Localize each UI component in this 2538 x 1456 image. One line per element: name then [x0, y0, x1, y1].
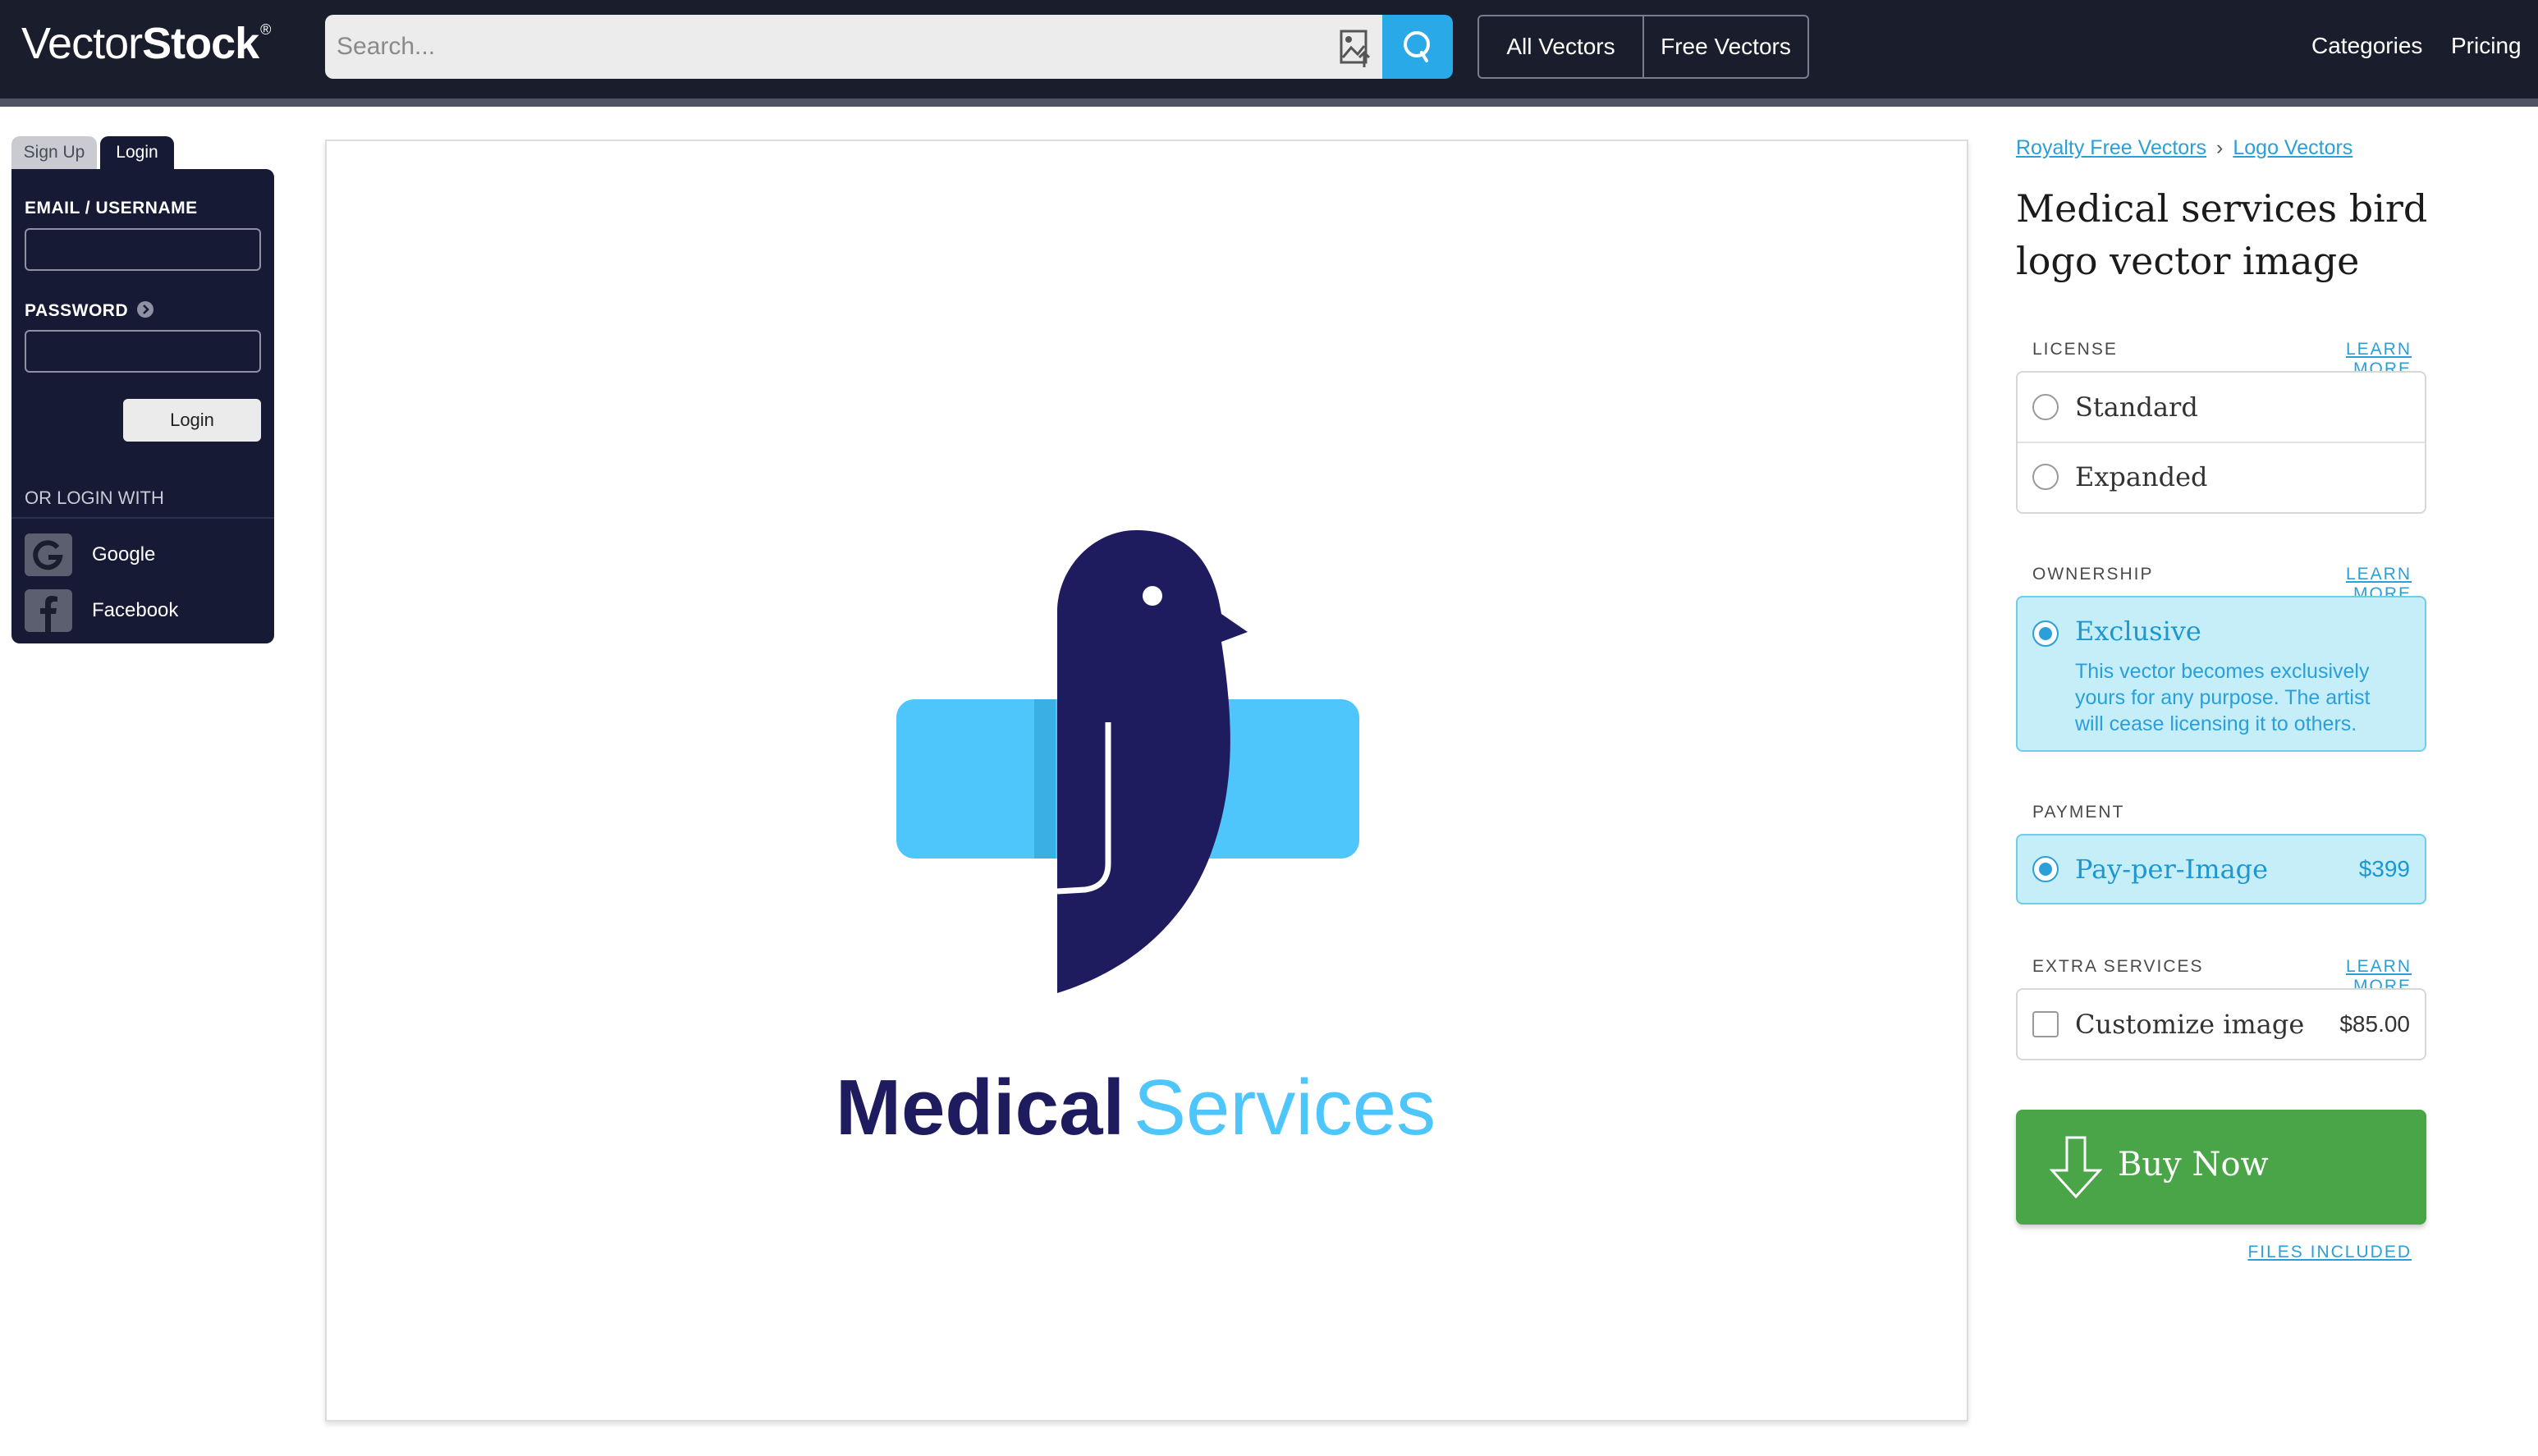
exclusive-label: Exclusive: [2075, 616, 2201, 647]
breadcrumb: Royalty Free Vectors › Logo Vectors: [2016, 136, 2352, 160]
license-option-expanded[interactable]: Expanded: [2018, 442, 2425, 511]
license-option-standard[interactable]: Standard: [2018, 373, 2425, 442]
standard-label: Standard: [2075, 391, 2198, 423]
extra-services-options: Customize image $85.00: [2016, 988, 2426, 1060]
pricing-link[interactable]: Pricing: [2451, 33, 2522, 59]
license-label: LICENSE: [2032, 340, 2118, 359]
google-icon: [25, 533, 72, 576]
exclusive-description: This vector becomes exclusively yours fo…: [2075, 660, 2371, 735]
facebook-icon: [25, 589, 72, 632]
email-label: EMAIL / USERNAME: [25, 199, 198, 217]
pay-per-image-price: $399: [2358, 856, 2410, 881]
standard-radio[interactable]: [2032, 394, 2059, 420]
search-icon: [1404, 31, 1430, 62]
payment-label: PAYMENT: [2032, 803, 2125, 822]
logo-text-bold: Stock: [142, 19, 259, 68]
vector-preview-image[interactable]: Medical Services: [325, 140, 1968, 1422]
all-vectors-button[interactable]: All Vectors: [1479, 16, 1642, 77]
buy-now-label: Buy Now: [2118, 1146, 2269, 1184]
search-bar: [325, 15, 1328, 79]
logo-text-light: Vector: [21, 19, 143, 68]
top-bar-divider: [0, 98, 2538, 107]
pay-per-image-radio[interactable]: [2032, 856, 2059, 882]
image-search-icon: [1340, 30, 1371, 67]
license-options: Standard Expanded: [2016, 371, 2426, 514]
ownership-option-exclusive[interactable]: Exclusive This vector becomes exclusivel…: [2016, 596, 2426, 752]
payment-option-pay-per-image[interactable]: Pay-per-Image $399: [2016, 834, 2426, 904]
breadcrumb-separator: ›: [2216, 136, 2224, 159]
tab-sign-up[interactable]: Sign Up: [11, 136, 97, 169]
pay-per-image-label: Pay-per-Image: [2075, 854, 2269, 885]
customize-image-checkbox[interactable]: [2032, 1011, 2059, 1037]
google-label: Google: [92, 543, 156, 565]
google-login-button[interactable]: Google: [25, 533, 155, 576]
logo-word-services: Services: [1134, 1064, 1436, 1152]
logo-word-medical: Medical: [836, 1064, 1125, 1152]
facebook-label: Facebook: [92, 599, 179, 621]
download-arrow-icon: [2049, 1136, 2103, 1199]
ownership-label: OWNERSHIP: [2032, 565, 2154, 584]
free-vectors-button[interactable]: Free Vectors: [1642, 16, 1807, 77]
search-input[interactable]: [337, 26, 1305, 67]
files-included-link[interactable]: FILES INCLUDED: [2221, 1243, 2412, 1262]
buy-now-button[interactable]: Buy Now: [2016, 1110, 2426, 1225]
customize-image-price: $85.00: [2339, 1011, 2410, 1037]
or-login-with-label: OR LOGIN WITH: [25, 488, 164, 508]
password-field[interactable]: [25, 330, 261, 373]
customize-image-label: Customize image: [2075, 1009, 2305, 1040]
tab-login[interactable]: Login: [100, 136, 174, 169]
login-divider: [11, 517, 274, 519]
customize-image-option[interactable]: Customize image $85.00: [2018, 990, 2425, 1059]
login-panel: EMAIL / USERNAME PASSWORD Login OR LOGIN…: [11, 169, 274, 643]
password-label: PASSWORD: [25, 301, 129, 320]
login-button[interactable]: Login: [123, 399, 261, 442]
site-logo[interactable]: VectorStock ®: [21, 18, 271, 69]
password-label-row: PASSWORD: [25, 300, 154, 321]
breadcrumb-logo-vectors[interactable]: Logo Vectors: [2233, 136, 2352, 159]
email-field[interactable]: [25, 228, 261, 271]
search-button[interactable]: [1382, 15, 1453, 79]
bird-eye: [1143, 586, 1162, 606]
image-search-button[interactable]: [1328, 15, 1382, 79]
registered-mark: ®: [260, 21, 271, 38]
exclusive-radio[interactable]: [2032, 620, 2059, 647]
password-help-icon[interactable]: [136, 300, 154, 318]
cross-bar-shadow: [1034, 699, 1056, 858]
expanded-label: Expanded: [2075, 461, 2208, 492]
expanded-radio[interactable]: [2032, 464, 2059, 490]
medical-services-logo: Medical Services: [836, 530, 1436, 1152]
facebook-login-button[interactable]: Facebook: [25, 589, 178, 632]
breadcrumb-royalty-free-vectors[interactable]: Royalty Free Vectors: [2016, 136, 2206, 159]
categories-link[interactable]: Categories: [2311, 33, 2422, 59]
page-title: Medical services bird logo vector image: [2016, 186, 2428, 283]
extra-services-label: EXTRA SERVICES: [2032, 957, 2204, 976]
vector-type-toggle: All Vectors Free Vectors: [1477, 15, 1809, 79]
